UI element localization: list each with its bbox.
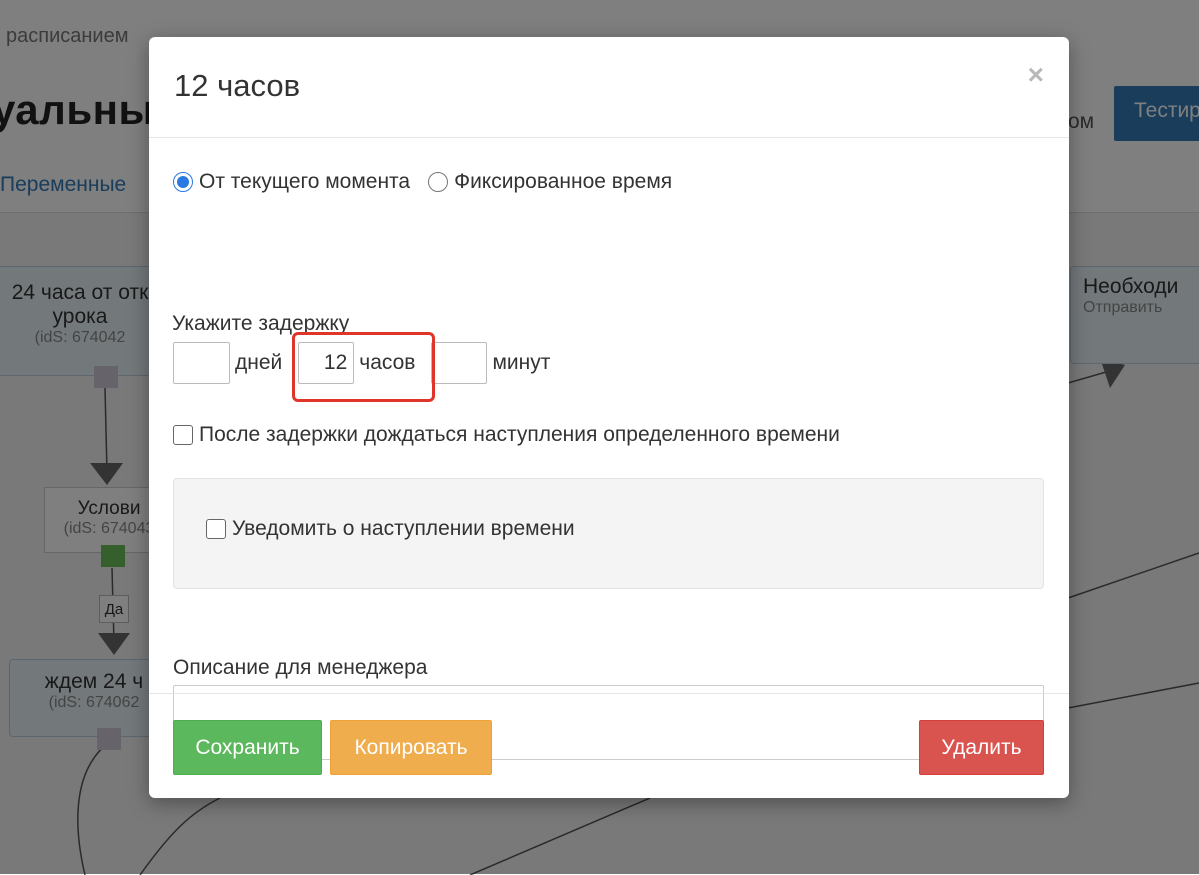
minutes-input[interactable] bbox=[431, 342, 488, 384]
copy-button[interactable]: Копировать bbox=[330, 720, 492, 775]
notify-checkbox[interactable] bbox=[206, 519, 226, 539]
delay-modal: 12 часов × От текущего момента Фиксирова… bbox=[149, 37, 1069, 798]
save-button[interactable]: Сохранить bbox=[173, 720, 322, 775]
modal-header: 12 часов × bbox=[149, 37, 1069, 138]
wait-option: После задержки дождаться наступления опр… bbox=[173, 423, 840, 447]
radio-from-now-label[interactable]: От текущего момента bbox=[199, 170, 410, 194]
notify-panel: Уведомить о наступлении времени bbox=[173, 478, 1044, 589]
days-unit-label: дней bbox=[235, 351, 283, 374]
delay-mode-group: От текущего момента Фиксированное время bbox=[173, 170, 690, 194]
minutes-unit-label: минут bbox=[492, 351, 551, 374]
modal-title: 12 часов bbox=[174, 68, 301, 103]
wait-checkbox-label[interactable]: После задержки дождаться наступления опр… bbox=[199, 423, 840, 447]
wait-checkbox[interactable] bbox=[173, 425, 193, 445]
modal-body: От текущего момента Фиксированное время … bbox=[149, 138, 1069, 760]
radio-fixed-time[interactable] bbox=[428, 172, 449, 192]
notify-option: Уведомить о наступлении времени bbox=[206, 517, 575, 541]
notify-checkbox-label[interactable]: Уведомить о наступлении времени bbox=[232, 517, 575, 541]
close-icon[interactable]: × bbox=[1028, 59, 1044, 91]
hours-highlight-annotation bbox=[292, 332, 435, 402]
modal-footer: Сохранить Копировать Удалить bbox=[149, 693, 1069, 798]
delete-button[interactable]: Удалить bbox=[919, 720, 1044, 775]
radio-fixed-time-label[interactable]: Фиксированное время bbox=[454, 170, 672, 194]
days-input[interactable] bbox=[173, 342, 230, 384]
description-label: Описание для менеджера bbox=[173, 656, 428, 679]
radio-from-now[interactable] bbox=[173, 172, 193, 192]
